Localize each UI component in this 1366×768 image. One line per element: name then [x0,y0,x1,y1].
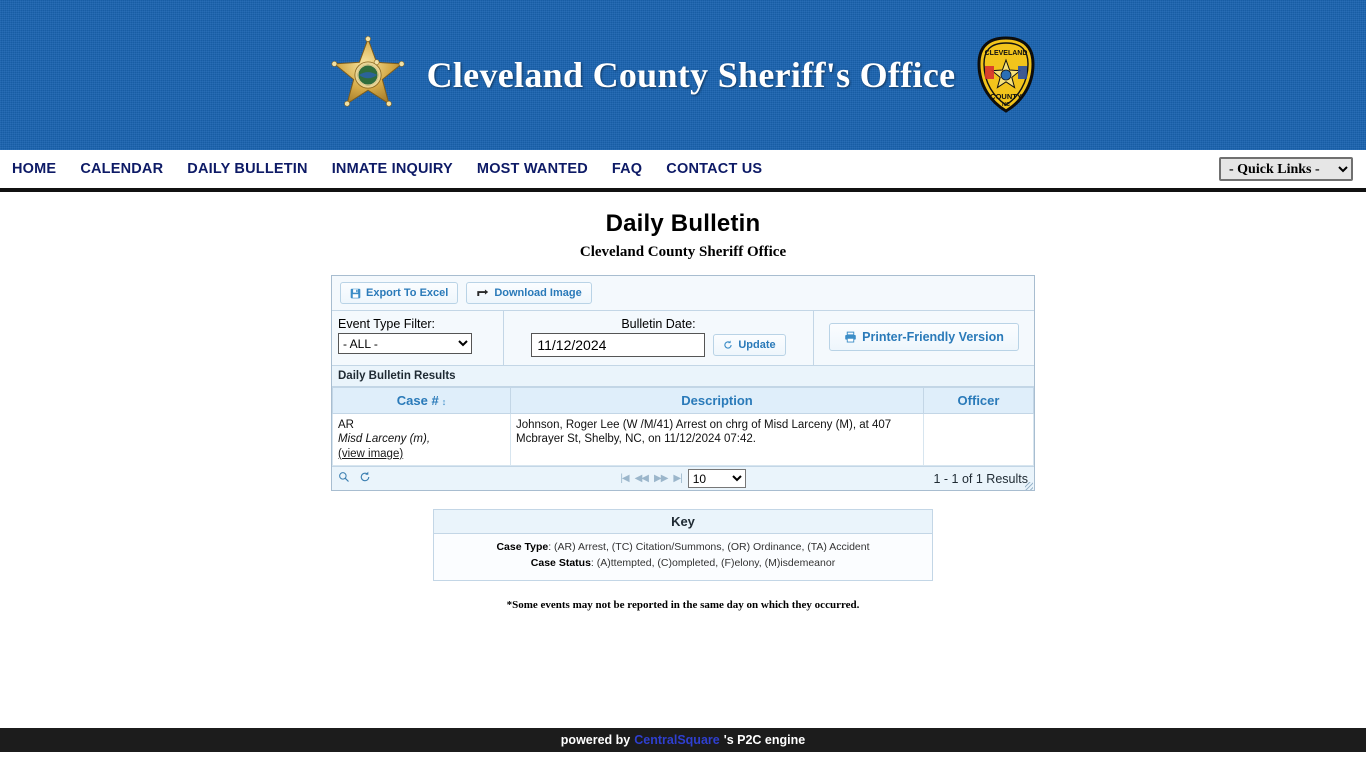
column-header-case-number-label: Case # [396,393,439,408]
site-footer: powered by CentralSquare 's P2C engine [0,728,1366,752]
key-case-status-text: : (A)ttempted, (C)ompleted, (F)elony, (M… [590,556,836,569]
key-case-type-line: Case Type: (AR) Arrest, (TC) Citation/Su… [444,540,922,556]
daily-bulletin-results-table: Case # ↕ Description Officer AR Misd Larc… [332,387,1034,467]
event-type-filter-label: Event Type Filter: [338,317,436,331]
svg-text:CLEVELAND: CLEVELAND [985,50,1028,57]
key-box: Key Case Type: (AR) Arrest, (TC) Citatio… [433,509,933,581]
bulletin-toolbar: Export To Excel Download Image [332,276,1034,311]
nav-item-contact-us[interactable]: CONTACT US [654,157,774,181]
results-count-label: 1 - 1 of 1 Results [933,471,1029,486]
results-table-head: Case # ↕ Description Officer [332,387,1034,414]
key-case-status-line: Case Status: (A)ttempted, (C)ompleted, (… [444,556,922,572]
previous-page-icon[interactable]: ◀◀ [635,473,649,484]
site-title: Cleveland County Sheriff's Office [426,55,956,95]
page-size-select[interactable]: 10 [687,469,746,489]
main-navigation: HOME CALENDAR DAILY BULLETIN INMATE INQU… [0,150,1366,192]
bulletin-date-cell: Bulletin Date: Update [504,311,814,365]
pagination-controls: |◀ ◀◀ ▶▶ ▶| 10 [332,469,1034,489]
svg-text:COUNTY: COUNTY [991,92,1023,101]
refresh-icon [723,340,733,350]
results-header-row: Case # ↕ Description Officer [332,387,1034,414]
nav-item-inmate-inquiry[interactable]: INMATE INQUIRY [320,157,465,181]
quick-links-wrapper: - Quick Links - [1219,157,1353,181]
cell-officer [923,412,1034,467]
printer-icon [844,331,857,343]
update-button[interactable]: Update [713,334,786,356]
table-row[interactable]: AR Misd Larceny (m), (view image) Johnso… [332,412,1034,467]
sheriff-star-badge-icon [327,34,409,116]
sort-indicator-icon: ↕ [441,397,447,407]
bulletin-panel: Export To Excel Download Image Event Typ… [331,275,1035,492]
bulletin-date-label: Bulletin Date: [621,317,696,331]
footer-suffix: 's P2C engine [723,733,806,747]
quick-links-select[interactable]: - Quick Links - [1219,157,1353,181]
page-title: Daily Bulletin [605,210,761,237]
nav-item-most-wanted[interactable]: MOST WANTED [465,157,600,181]
last-page-icon[interactable]: ▶| [673,473,682,484]
site-masthead: Cleveland County Sheriff's Office CLEVEL… [0,0,1366,150]
case-type-text: AR [338,419,354,431]
footer-prefix: powered by [560,733,631,747]
download-image-label: Download Image [494,287,582,299]
cell-description: Johnson, Roger Lee (W /M/41) Arrest on c… [510,412,924,467]
nav-item-daily-bulletin[interactable]: DAILY BULLETIN [175,157,319,181]
column-header-description[interactable]: Description [510,387,924,414]
cleveland-county-shield-patch-icon: CLEVELAND COUNTY NC [973,36,1039,114]
excel-save-icon [350,288,361,299]
cell-case-number: AR Misd Larceny (m), (view image) [332,412,511,467]
key-case-type-text: : (AR) Arrest, (TC) Citation/Summons, (O… [548,541,870,554]
column-header-description-label: Description [681,393,753,408]
key-heading: Key [434,510,932,535]
nav-item-home[interactable]: HOME [10,157,68,181]
page-content: Daily Bulletin Cleveland County Sheriff … [0,192,1366,752]
first-page-icon[interactable]: |◀ [620,473,629,484]
bulletin-date-input[interactable] [531,333,706,357]
download-arrow-icon [476,288,489,299]
column-header-case-number[interactable]: Case # ↕ [332,387,511,414]
key-body: Case Type: (AR) Arrest, (TC) Citation/Su… [434,534,932,580]
nav-item-faq[interactable]: FAQ [600,157,654,181]
bulletin-filter-bar: Event Type Filter: - ALL - Bulletin Date… [332,311,1034,366]
export-to-excel-button[interactable]: Export To Excel [340,282,459,304]
printer-friendly-button[interactable]: Printer-Friendly Version [829,323,1019,351]
view-image-link[interactable]: (view image) [338,448,403,460]
masthead-inner: Cleveland County Sheriff's Office CLEVEL… [327,34,1040,116]
results-table-body: AR Misd Larceny (m), (view image) Johnso… [332,412,1034,467]
nav-item-calendar[interactable]: CALENDAR [68,157,175,181]
download-image-button[interactable]: Download Image [466,282,592,304]
event-type-filter-select[interactable]: - ALL - [338,333,472,354]
key-case-type-label: Case Type [496,541,549,554]
column-header-officer-label: Officer [957,393,1000,408]
printer-friendly-label: Printer-Friendly Version [862,330,1004,344]
next-page-icon[interactable]: ▶▶ [654,473,668,484]
column-header-officer[interactable]: Officer [923,387,1034,414]
page-subtitle: Cleveland County Sheriff Office [579,244,787,260]
case-charge-text: Misd Larceny (m), [338,433,431,446]
update-label: Update [738,339,776,351]
svg-text:NC: NC [1002,102,1010,108]
bulletin-footnote: *Some events may not be reported in the … [506,598,860,611]
results-grid-title: Daily Bulletin Results [332,366,1034,387]
centralsquare-link[interactable]: CentralSquare [634,733,719,747]
printer-friendly-cell: Printer-Friendly Version [814,311,1034,365]
event-type-filter-cell: Event Type Filter: - ALL - [332,311,504,365]
results-grid-footer: |◀ ◀◀ ▶▶ ▶| 10 1 - 1 of 1 Results [332,466,1034,491]
key-case-status-label: Case Status [530,556,591,569]
nav-links: HOME CALENDAR DAILY BULLETIN INMATE INQU… [10,157,774,181]
bulletin-date-row: Update [510,333,807,357]
export-to-excel-label: Export To Excel [366,287,449,299]
